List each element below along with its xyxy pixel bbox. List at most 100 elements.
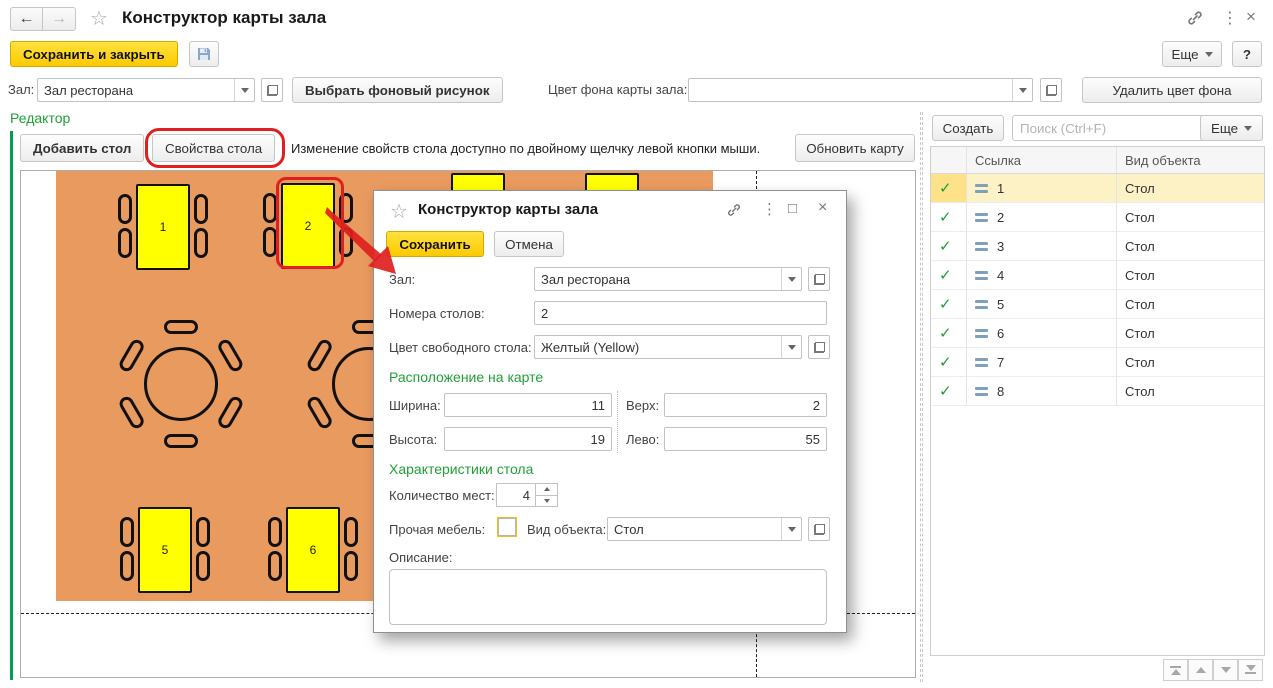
move-bottom-button[interactable] bbox=[1238, 659, 1263, 681]
dialog-save-button[interactable]: Сохранить bbox=[386, 231, 484, 257]
more-label: Еще bbox=[1211, 121, 1238, 136]
add-table-button[interactable]: Добавить стол bbox=[20, 134, 144, 162]
move-down-icon bbox=[1221, 667, 1231, 673]
move-up-button[interactable] bbox=[1188, 659, 1213, 681]
dlg-left-input[interactable]: 55 bbox=[664, 427, 827, 451]
table-row[interactable]: ✓ 4 Стол bbox=[931, 261, 1264, 290]
refresh-map-button[interactable]: Обновить карту bbox=[795, 134, 915, 162]
chair-icon bbox=[196, 517, 210, 547]
dlg-description-textarea[interactable] bbox=[389, 569, 827, 625]
dlg-numbers-label: Номера столов: bbox=[389, 306, 485, 321]
catalog-item-icon bbox=[975, 242, 988, 251]
table-number: 2 bbox=[305, 219, 312, 233]
chair-icon bbox=[339, 193, 353, 223]
dlg-kind-label: Вид объекта: bbox=[527, 522, 606, 537]
forward-button[interactable]: → bbox=[43, 7, 76, 31]
search-input[interactable] bbox=[1012, 115, 1205, 141]
favorite-star-icon[interactable]: ☆ bbox=[90, 6, 108, 31]
map-table-1[interactable]: 1 bbox=[118, 184, 208, 270]
chair-icon bbox=[120, 517, 134, 547]
layout-section-title: Расположение на карте bbox=[389, 369, 543, 385]
save-and-close-button[interactable]: Сохранить и закрыть bbox=[10, 41, 178, 67]
map-table-6[interactable]: 6 bbox=[268, 507, 358, 593]
dlg-numbers-input[interactable]: 2 bbox=[534, 301, 827, 325]
dlg-height-input[interactable]: 19 bbox=[444, 427, 612, 451]
table-properties-button[interactable]: Свойства стола bbox=[152, 134, 275, 162]
dlg-width-input[interactable]: 11 bbox=[444, 393, 612, 417]
create-button[interactable]: Создать bbox=[932, 115, 1004, 141]
dropdown-arrow-icon[interactable] bbox=[781, 518, 801, 540]
back-button[interactable]: ← bbox=[10, 7, 43, 31]
table-row[interactable]: ✓ 3 Стол bbox=[931, 232, 1264, 261]
move-down-button[interactable] bbox=[1213, 659, 1238, 681]
bg-color-dropdown-arrow[interactable] bbox=[1012, 79, 1032, 101]
bg-color-select[interactable] bbox=[688, 78, 1033, 102]
hall-select[interactable]: Зал ресторана bbox=[37, 78, 255, 102]
posted-check-icon: ✓ bbox=[939, 179, 952, 197]
status-column-header[interactable] bbox=[931, 147, 967, 173]
ref-column-header[interactable]: Ссылка bbox=[967, 147, 1117, 173]
dlg-color-select[interactable]: Желтый (Yellow) bbox=[534, 335, 802, 359]
kebab-menu-icon[interactable]: ⋮ bbox=[762, 200, 777, 218]
dialog-cancel-button[interactable]: Отмена bbox=[494, 231, 564, 257]
posted-check-icon: ✓ bbox=[939, 237, 952, 255]
dlg-kind-pick-button[interactable] bbox=[808, 517, 830, 541]
dlg-top-input[interactable]: 2 bbox=[664, 393, 827, 417]
kind-column-header[interactable]: Вид объекта bbox=[1117, 147, 1264, 173]
delete-bg-color-button[interactable]: Удалить цвет фона bbox=[1082, 77, 1262, 103]
objects-table: Ссылка Вид объекта ✓ 1 Стол ✓ 2 Стол ✓ 3… bbox=[930, 146, 1265, 656]
more-button-panel[interactable]: Еще bbox=[1200, 115, 1263, 141]
hall-pick-button[interactable] bbox=[261, 78, 283, 102]
choose-background-button[interactable]: Выбрать фоновый рисунок bbox=[292, 77, 503, 103]
dropdown-arrow-icon[interactable] bbox=[781, 336, 801, 358]
table-row[interactable]: ✓ 7 Стол bbox=[931, 348, 1264, 377]
bg-color-pick-button[interactable] bbox=[1040, 78, 1062, 102]
props-section-title: Характеристики стола bbox=[389, 461, 533, 477]
stepper-up-icon[interactable] bbox=[536, 484, 557, 496]
link-icon[interactable] bbox=[726, 202, 742, 218]
select-icon bbox=[1046, 85, 1057, 96]
table-row[interactable]: ✓ 8 Стол bbox=[931, 377, 1264, 406]
link-icon[interactable] bbox=[1186, 9, 1204, 27]
stepper-down-icon[interactable] bbox=[536, 496, 557, 507]
dlg-color-pick-button[interactable] bbox=[808, 335, 830, 359]
save-icon-button[interactable] bbox=[189, 41, 219, 67]
chevron-down-icon bbox=[1205, 52, 1213, 57]
hall-dropdown-arrow[interactable] bbox=[234, 79, 254, 101]
posted-check-icon: ✓ bbox=[939, 266, 952, 284]
help-button[interactable]: ? bbox=[1232, 41, 1262, 67]
table-row[interactable]: ✓ 5 Стол bbox=[931, 290, 1264, 319]
table-row[interactable]: ✓ 6 Стол bbox=[931, 319, 1264, 348]
dlg-height-label: Высота: bbox=[389, 432, 437, 447]
chair-icon bbox=[118, 194, 132, 224]
dlg-seats-stepper[interactable]: 4 bbox=[496, 483, 558, 507]
dlg-kind-value: Стол bbox=[608, 522, 781, 537]
search-box: × bbox=[1012, 115, 1192, 141]
table-number: 6 bbox=[310, 543, 317, 557]
map-table-2[interactable]: 2 bbox=[263, 183, 353, 269]
move-top-button[interactable] bbox=[1163, 659, 1188, 681]
dlg-hall-pick-button[interactable] bbox=[808, 267, 830, 291]
dlg-hall-select[interactable]: Зал ресторана bbox=[534, 267, 802, 291]
dlg-hall-value: Зал ресторана bbox=[535, 272, 781, 287]
favorite-star-icon[interactable]: ☆ bbox=[390, 199, 408, 224]
dlg-left-value: 55 bbox=[806, 432, 820, 447]
kebab-menu-icon[interactable]: ⋮ bbox=[1222, 8, 1238, 28]
dlg-other-checkbox[interactable] bbox=[498, 518, 516, 536]
table-row[interactable]: ✓ 2 Стол bbox=[931, 203, 1264, 232]
chair-icon bbox=[164, 434, 198, 448]
chair-icon bbox=[263, 193, 277, 223]
maximize-icon[interactable]: □ bbox=[788, 200, 797, 217]
dlg-height-value: 19 bbox=[591, 432, 605, 447]
close-dialog-icon[interactable]: × bbox=[818, 199, 827, 217]
table-row[interactable]: ✓ 1 Стол bbox=[931, 174, 1264, 203]
chair-icon bbox=[164, 320, 198, 334]
close-window-icon[interactable]: × bbox=[1246, 7, 1256, 27]
dlg-kind-select[interactable]: Стол bbox=[607, 517, 802, 541]
dlg-width-label: Ширина: bbox=[389, 398, 441, 413]
panel-splitter[interactable] bbox=[920, 112, 923, 682]
more-button-top[interactable]: Еще bbox=[1162, 41, 1222, 67]
map-table-5[interactable]: 5 bbox=[120, 507, 210, 593]
posted-check-icon: ✓ bbox=[939, 208, 952, 226]
dropdown-arrow-icon[interactable] bbox=[781, 268, 801, 290]
